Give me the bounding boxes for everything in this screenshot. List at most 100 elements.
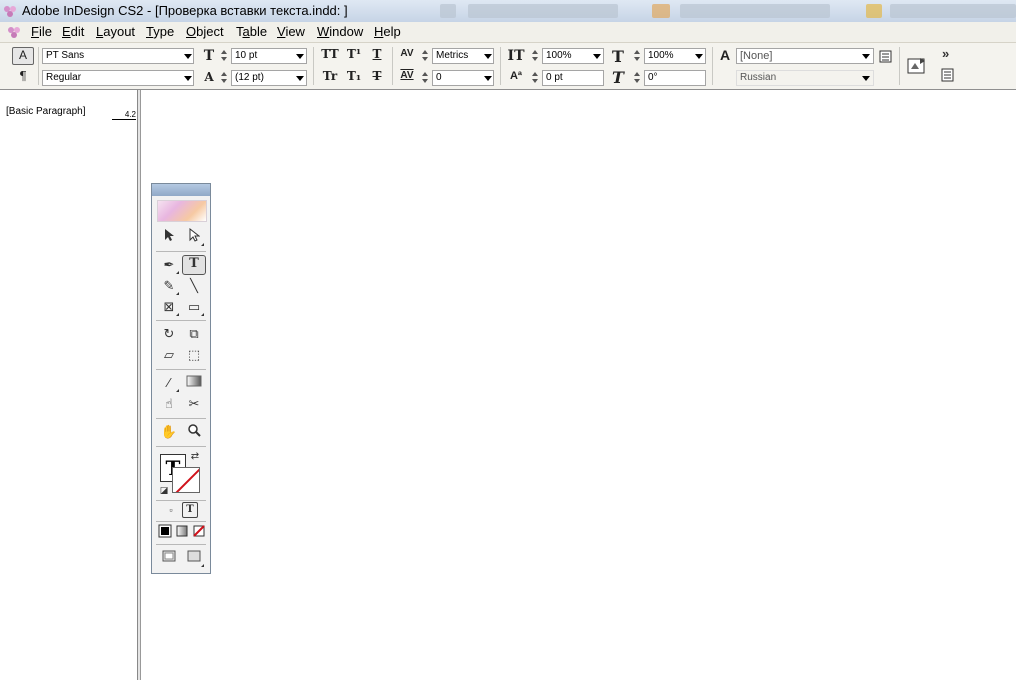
rectangle-frame-tool[interactable]: ⊠ (159, 298, 179, 316)
underline-button[interactable]: T (369, 47, 385, 61)
panel-menu-icon[interactable] (878, 49, 894, 65)
stroke-swatch[interactable] (172, 467, 200, 493)
paragraph-style-item[interactable]: [Basic Paragraph] (6, 106, 86, 117)
paragraph-mode-button[interactable]: ¶ (14, 69, 32, 83)
line-tool[interactable]: ╲ (184, 277, 204, 295)
leading-value: (12 pt) (235, 72, 264, 83)
horizontal-scale-value: 100% (648, 50, 674, 61)
baseline-shift-stepper[interactable] (531, 70, 540, 85)
leading-stepper[interactable] (220, 70, 229, 85)
font-style-dropdown[interactable]: Regular (42, 70, 194, 86)
pencil-tool[interactable]: ✎ (159, 277, 179, 295)
scale-tool[interactable]: ⧉ (184, 325, 204, 343)
scissors-icon[interactable]: ✂ (184, 395, 204, 413)
gradient-tool[interactable] (184, 374, 204, 392)
tools-panel-header[interactable] (152, 184, 210, 196)
pane-splitter[interactable] (138, 90, 141, 680)
hand-tool[interactable]: ✋ (159, 423, 179, 441)
kerning-stepper[interactable] (421, 48, 430, 63)
preview-view-icon[interactable] (184, 549, 204, 567)
bridge-icon[interactable] (906, 55, 928, 77)
tools-panel: ✒ T ✎ ╲ ⊠ ▭ ↻ ⧉ ▱ ⬚ ⁄ ☝ ✂ ✋ T ⇄ ◪ ▫ T (151, 183, 211, 574)
formatting-text-icon[interactable]: T (182, 502, 198, 518)
language-dropdown[interactable]: Russian (736, 70, 874, 86)
separator (156, 251, 206, 252)
direct-selection-tool[interactable] (184, 227, 204, 246)
baseline-shift-value: 0 pt (546, 72, 563, 83)
normal-view-icon[interactable] (159, 549, 179, 567)
separator (500, 47, 501, 85)
chevron-down-icon[interactable] (184, 76, 192, 81)
pen-tool[interactable]: ✒ (159, 256, 179, 274)
vertical-scale-stepper[interactable] (531, 48, 540, 63)
default-fill-stroke-icon[interactable]: ◪ (158, 484, 170, 496)
taskbar-ghost-item (680, 4, 830, 18)
font-size-stepper[interactable] (220, 48, 229, 63)
menu-type[interactable]: Type (146, 24, 174, 39)
subscript-button[interactable]: T₁ (345, 69, 363, 83)
language-value: Russian (740, 72, 777, 83)
menu-view[interactable]: View (277, 24, 305, 39)
character-style-dropdown[interactable]: [None] (736, 48, 874, 64)
baseline-shift-field[interactable]: 0 pt (542, 70, 604, 86)
strikethrough-button[interactable]: T (369, 69, 385, 83)
eyedropper-tool[interactable]: ⁄ (159, 374, 179, 392)
chevron-down-icon[interactable] (593, 54, 601, 59)
document-menu-icon[interactable] (6, 24, 22, 40)
swap-fill-stroke-icon[interactable]: ⇄ (188, 450, 202, 464)
separator (156, 418, 206, 419)
chevron-down-icon[interactable] (695, 54, 703, 59)
button-tool[interactable]: ☝ (159, 395, 179, 413)
font-style-value: Regular (46, 72, 82, 83)
tracking-icon: AV (400, 70, 414, 81)
free-transform-tool[interactable]: ⬚ (184, 346, 204, 364)
skew-stepper[interactable] (633, 70, 642, 85)
chevron-down-icon[interactable] (862, 54, 870, 59)
taskbar-ghost-icon (652, 4, 670, 18)
control-panel-menu-icon[interactable] (940, 67, 956, 83)
apply-gradient-icon[interactable] (174, 524, 190, 540)
rotate-tool[interactable]: ↻ (159, 325, 179, 343)
menu-table[interactable]: Table (236, 24, 267, 39)
kerning-value: Metrics (436, 50, 469, 61)
chevron-down-icon[interactable] (296, 76, 304, 81)
skew-field[interactable]: 0° (644, 70, 706, 86)
character-mode-button[interactable]: A (12, 47, 34, 65)
more-options-button[interactable]: » (942, 46, 949, 61)
separator (156, 544, 206, 545)
horizontal-scale-stepper[interactable] (633, 48, 642, 63)
chevron-down-icon[interactable] (296, 54, 304, 59)
rectangle-tool[interactable]: ▭ (184, 298, 204, 316)
font-family-dropdown[interactable]: PT Sans (42, 48, 194, 64)
all-caps-button[interactable]: TT (320, 47, 340, 61)
separator (156, 521, 206, 522)
small-caps-button[interactable]: Tr (320, 69, 340, 83)
formatting-container-icon[interactable]: ▫ (163, 502, 179, 518)
apply-color-icon[interactable] (157, 524, 173, 540)
chevron-down-icon[interactable] (184, 54, 192, 59)
separator (899, 47, 900, 85)
menu-object[interactable]: Object (186, 24, 224, 39)
shear-tool[interactable]: ▱ (159, 346, 179, 364)
menu-file[interactable]: File (31, 24, 52, 39)
horizontal-scale-icon: T (612, 47, 624, 66)
superscript-button[interactable]: T¹ (345, 47, 363, 61)
vertical-scale-icon: IT (507, 48, 525, 64)
menu-help[interactable]: Help (374, 24, 401, 39)
menu-layout[interactable]: Layout (96, 24, 135, 39)
separator (38, 47, 39, 85)
menu-window[interactable]: Window (317, 24, 363, 39)
chevron-down-icon[interactable] (862, 76, 870, 81)
tracking-stepper[interactable] (421, 70, 430, 85)
type-tool[interactable]: T (182, 255, 206, 275)
zoom-tool[interactable] (184, 423, 204, 441)
taskbar-ghost-icon (866, 4, 882, 18)
vertical-scale-value: 100% (546, 50, 572, 61)
menu-edit[interactable]: Edit (62, 24, 84, 39)
selection-tool[interactable] (159, 228, 179, 246)
chevron-down-icon[interactable] (484, 76, 492, 81)
chevron-down-icon[interactable] (484, 54, 492, 59)
separator (712, 47, 713, 85)
separator (156, 369, 206, 370)
apply-none-icon[interactable] (191, 524, 207, 540)
